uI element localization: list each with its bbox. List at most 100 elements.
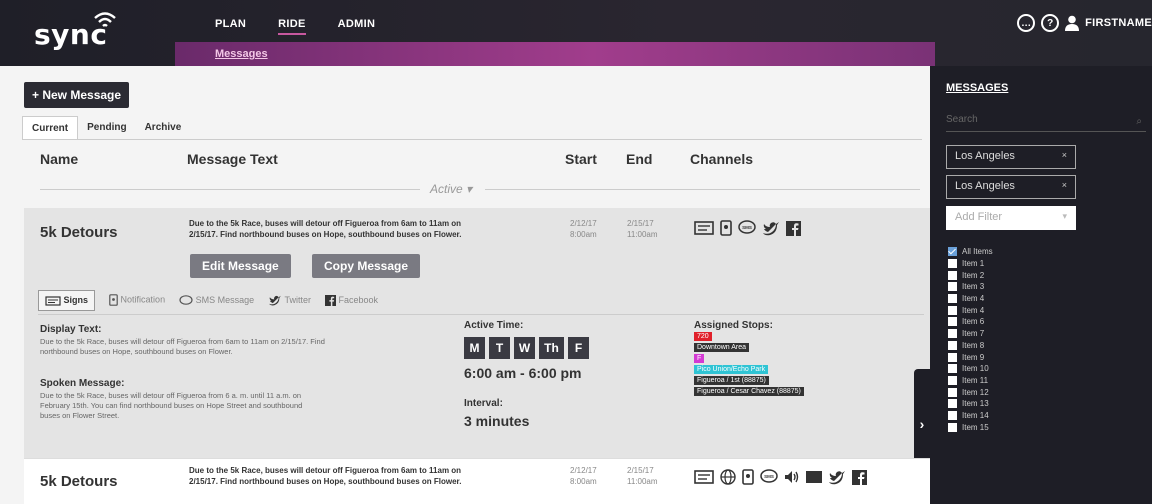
column-header-end[interactable]: End [626,151,652,167]
tab-sms[interactable]: SMS Message [179,295,254,306]
phone-icon [720,220,732,236]
checklist-item-all[interactable]: All Items [948,246,993,258]
checklist-item-label: Item 2 [962,270,985,280]
tab-current[interactable]: Current [22,116,79,140]
tab-facebook[interactable]: Facebook [324,294,378,306]
checklist-item[interactable]: Item 1 [948,258,993,270]
checkbox[interactable] [948,270,957,280]
checkbox[interactable] [948,364,957,374]
edit-message-button[interactable]: Edit Message [190,254,291,278]
tab-sms-label: SMS Message [195,294,255,305]
checklist-item[interactable]: Item 15 [948,421,993,433]
chevron-down-icon: ▾ [1062,211,1067,221]
column-header-channels[interactable]: Channels [690,151,753,167]
message-row-expanded[interactable]: 5k Detours Due to the 5k Race, buses wil… [24,208,930,460]
end-date: 2/15/17 11:00am [627,465,658,487]
checkbox-checked[interactable] [948,247,957,257]
tab-signs[interactable]: Signs [38,290,96,311]
checklist-item[interactable]: Item 14 [948,410,993,422]
nav-plan[interactable]: PLAN [215,18,246,35]
checklist-item[interactable]: Item 4 [948,304,993,316]
checkbox[interactable] [948,340,957,350]
checkbox[interactable] [948,294,957,304]
stop-tag[interactable]: Figueroa / 1st (88875) [694,376,769,385]
stop-tag[interactable]: Figueroa / Cesar Chavez (88875) [694,387,804,396]
column-header-start[interactable]: Start [565,151,597,167]
checklist-item[interactable]: Item 9 [948,351,993,363]
checklist-item[interactable]: Item 6 [948,316,993,328]
day-thursday[interactable]: Th [539,337,564,359]
tab-pending[interactable]: Pending [78,116,135,140]
message-row[interactable]: 5k Detours Due to the 5k Race, buses wil… [24,458,930,504]
checklist-item[interactable]: Item 10 [948,363,993,375]
checkbox[interactable] [948,317,957,327]
column-header-text[interactable]: Message Text [187,151,278,167]
channel-icons: SMS [694,469,867,485]
facebook-icon [324,294,336,306]
day-wednesday[interactable]: W [514,337,535,359]
close-icon[interactable]: × [1062,150,1067,160]
filter-chip[interactable]: Los Angeles × [946,175,1076,199]
stop-tag[interactable]: Downtown Area [694,343,750,352]
checkbox[interactable] [948,259,957,269]
checklist-item[interactable]: Item 4 [948,293,993,305]
checkbox[interactable] [948,399,957,409]
nav-ride[interactable]: RIDE [278,18,306,35]
user-name[interactable]: FIRSTNAME [1085,17,1152,29]
phone-icon [109,294,118,307]
checkbox[interactable] [948,422,957,432]
checkbox[interactable] [948,282,957,292]
help-icon[interactable]: ? [1041,14,1060,32]
active-time-range: 6:00 am - 6:00 pm [464,365,582,381]
column-header-name[interactable]: Name [40,151,78,167]
checklist-item-label: Item 13 [962,399,989,409]
sms-icon [179,295,193,305]
close-icon[interactable]: × [1062,180,1067,190]
sidebar-search[interactable]: Search ⌕ [946,114,1146,132]
new-message-button[interactable]: + New Message [24,82,130,108]
twitter-icon [829,470,845,484]
day-friday[interactable]: F [568,337,589,359]
checkbox[interactable] [948,352,957,362]
day-tuesday[interactable]: T [489,337,510,359]
user-icon[interactable] [1065,15,1080,31]
add-filter-input[interactable]: Add Filter ▾ [946,206,1076,230]
stop-tag[interactable]: 720 [694,332,712,341]
checklist-item[interactable]: Item 7 [948,328,993,340]
checklist-item[interactable]: Item 12 [948,386,993,398]
end-date: 2/15/17 11:00am [627,218,658,240]
checkbox[interactable] [948,410,957,420]
assigned-stops-label: Assigned Stops: [694,320,773,331]
wifi-icon [94,12,116,27]
day-monday[interactable]: M [464,337,485,359]
checklist-item[interactable]: Item 13 [948,398,993,410]
message-text-line: Due to the 5k Race, buses will detour of… [189,219,462,228]
tab-divider [22,139,922,140]
copy-message-button[interactable]: Copy Message [312,254,421,278]
globe-icon [720,469,736,485]
filter-chip[interactable]: Los Angeles × [946,145,1076,169]
sms-icon: SMS [760,469,778,483]
tab-twitter[interactable]: Twitter [268,295,311,306]
stop-tag[interactable]: F [694,354,705,363]
start-date: 2/12/17 8:00am [570,218,597,240]
checklist-item[interactable]: Item 3 [948,281,993,293]
main-content: + New Message Current Pending Archive Na… [0,66,930,504]
checkbox[interactable] [948,329,957,339]
chat-icon[interactable]: … [1017,14,1036,32]
checklist-item[interactable]: Item 8 [948,340,993,352]
nav-admin[interactable]: ADMIN [338,18,376,35]
checkbox[interactable] [948,375,957,385]
active-section-label[interactable]: Active ▾ [430,182,472,196]
subnav-messages[interactable]: Messages [215,48,268,60]
channel-tabs: Signs Notification SMS Message Twitter F… [38,290,378,311]
checklist-item[interactable]: Item 2 [948,269,993,281]
checklist-item[interactable]: Item 11 [948,375,993,387]
tab-archive[interactable]: Archive [136,116,191,140]
end-time-value: 11:00am [627,477,658,486]
checkbox[interactable] [948,305,957,315]
tab-notification[interactable]: Notification [109,294,165,307]
checkbox[interactable] [948,387,957,397]
stop-tag[interactable]: Pico Union/Echo Park [694,365,769,374]
checklist-item-label: Item 4 [962,294,985,304]
